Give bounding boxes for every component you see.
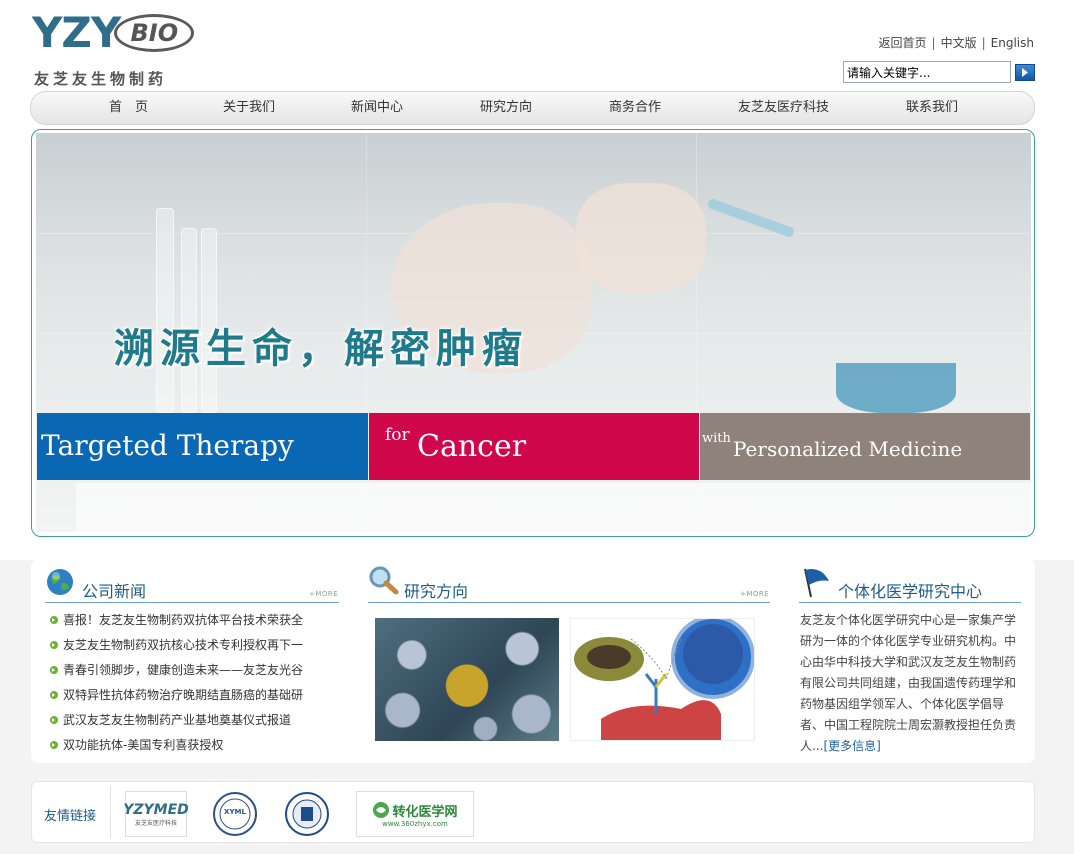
news-item-text: 武汉友芝友生物制药产业基地奠基仪式报道 (63, 713, 292, 727)
bullet-icon (50, 716, 58, 724)
globe-icon (47, 569, 73, 595)
hand-shape (576, 183, 706, 293)
nav-home[interactable]: 首 页 (109, 92, 148, 124)
news-item[interactable]: 双特异性抗体药物治疗晚期结直肠癌的基础研 (50, 685, 340, 710)
banner-strip-personalized: with Personalized Medicine (700, 413, 1030, 480)
main-nav: 首 页 关于我们 新闻中心 研究方向 商务合作 友芝友医疗科技 联系我们 (30, 91, 1035, 125)
friend-link-zhyx[interactable]: 转化医学网 www.360zhyx.com (356, 791, 474, 837)
friend-link-name: YZYMED (123, 801, 189, 818)
flask-liquid (836, 363, 956, 413)
news-more-link[interactable]: +MORE (309, 590, 338, 598)
logo-sub-text: BIO (130, 19, 179, 47)
friend-link-name: XYML (224, 808, 246, 816)
strip-text: Personalized Medicine (733, 437, 963, 461)
bullet-icon (50, 741, 58, 749)
center-more-link[interactable]: [更多信息] (823, 739, 880, 753)
news-item[interactable]: 青春引领脚步，健康创造未来——友芝友光谷 (50, 660, 340, 685)
university-seal-icon (285, 792, 329, 836)
friend-link-sub: www.360zhyx.com (382, 819, 448, 828)
center-description: 友芝友个体化医学研究中心是一家集产学研为一体的个体化医学专业研究机构。中心由华中… (800, 610, 1020, 757)
logo-chinese-name: 友芝友生物制药 (34, 70, 168, 88)
bench-glare (76, 483, 1031, 532)
zhyx-logo: 转化医学网 (372, 801, 458, 820)
nav-news[interactable]: 新闻中心 (351, 92, 403, 124)
nav-research[interactable]: 研究方向 (480, 92, 532, 124)
search-input[interactable] (843, 61, 1011, 83)
strip-text: Targeted Therapy (41, 429, 294, 462)
news-item[interactable]: 武汉友芝友生物制药产业基地奠基仪式报道 (50, 710, 340, 735)
friend-link-xyml[interactable]: XYML (211, 791, 259, 837)
logo-mark: YZY BIO (32, 8, 195, 57)
bullet-icon (50, 666, 58, 674)
nav-about[interactable]: 关于我们 (223, 92, 275, 124)
news-item-text: 青春引领脚步，健康创造未来——友芝友光谷 (63, 663, 304, 677)
banner-strip-cancer: for Cancer (369, 413, 699, 480)
news-item[interactable]: 双功能抗体-美国专利喜获授权 (50, 735, 340, 760)
zhyx-leaf-icon (373, 802, 390, 818)
top-links: 返回首页 | 中文版 | English (879, 34, 1034, 51)
friend-link-university[interactable] (283, 791, 331, 837)
news-section-title: 公司新闻 (82, 582, 147, 601)
center-section-title: 个体化医学研究中心 (838, 582, 983, 601)
search-button[interactable] (1015, 64, 1035, 81)
news-item-text: 双功能抗体-美国专利喜获授权 (63, 738, 224, 752)
nav-business[interactable]: 商务合作 (609, 92, 661, 124)
test-tube (156, 208, 174, 413)
top-link-english[interactable]: English (991, 36, 1034, 50)
news-item-text: 友芝友生物制药双抗核心技术专利授权再下一 (63, 638, 304, 652)
bullet-icon (50, 691, 58, 699)
research-section-title: 研究方向 (404, 582, 469, 601)
strip-small-text: with (702, 431, 731, 446)
divider (110, 786, 111, 838)
friend-link-yzymed[interactable]: YZYMED 友芝友医疗科技 (123, 791, 189, 837)
strip-small-text: for (385, 425, 410, 445)
divider (799, 602, 1021, 603)
divider (45, 602, 339, 603)
center-description-text: 友芝友个体化医学研究中心是一家集产学研为一体的个体化医学专业研究机构。中心由华中… (800, 613, 1017, 753)
nav-contact[interactable]: 联系我们 (906, 92, 958, 124)
banner-strip-targeted: Targeted Therapy (37, 413, 368, 480)
research-image-diagram[interactable] (570, 618, 755, 741)
banner-slogan: 溯源生命，解密肿瘤 (114, 326, 528, 372)
news-item[interactable]: 喜报！友芝友生物制药双抗体平台技术荣获全 (50, 610, 340, 635)
friend-links-label: 友情链接 (44, 809, 97, 824)
logo-main-text: YZY (32, 8, 121, 57)
strip-text: Cancer (417, 429, 527, 464)
news-item-text: 喜报！友芝友生物制药双抗体平台技术荣获全 (63, 613, 304, 627)
separator: | (931, 36, 936, 50)
logo-oval: BIO (114, 14, 195, 52)
friend-link-name: 转化医学网 (392, 804, 458, 820)
research-image-cells[interactable] (375, 618, 559, 741)
antibody-diagram (574, 619, 754, 740)
hero-banner[interactable]: 溯源生命，解密肿瘤 Targeted Therapy for Cancer wi… (36, 133, 1031, 532)
research-more-link[interactable]: +MORE (740, 590, 769, 598)
news-item[interactable]: 友芝友生物制药双抗核心技术专利授权再下一 (50, 635, 340, 660)
divider (368, 602, 770, 603)
news-item-text: 双特异性抗体药物治疗晚期结直肠癌的基础研 (63, 688, 304, 702)
nav-medical-tech[interactable]: 友芝友医疗科技 (738, 92, 829, 124)
top-link-chinese[interactable]: 中文版 (941, 36, 977, 50)
friend-link-sub: 友芝友医疗科技 (134, 819, 177, 827)
site-logo[interactable]: YZY BIO 友芝友生物制药 (32, 10, 195, 88)
separator: | (981, 36, 986, 50)
flag-icon (804, 568, 829, 598)
bullet-icon (50, 641, 58, 649)
arrow-right-icon (1022, 68, 1028, 77)
top-link-home[interactable]: 返回首页 (879, 36, 927, 50)
magnifier-icon (369, 566, 399, 595)
bullet-icon (50, 616, 58, 624)
news-list: 喜报！友芝友生物制药双抗体平台技术荣获全 友芝友生物制药双抗核心技术专利授权再下… (50, 610, 340, 760)
